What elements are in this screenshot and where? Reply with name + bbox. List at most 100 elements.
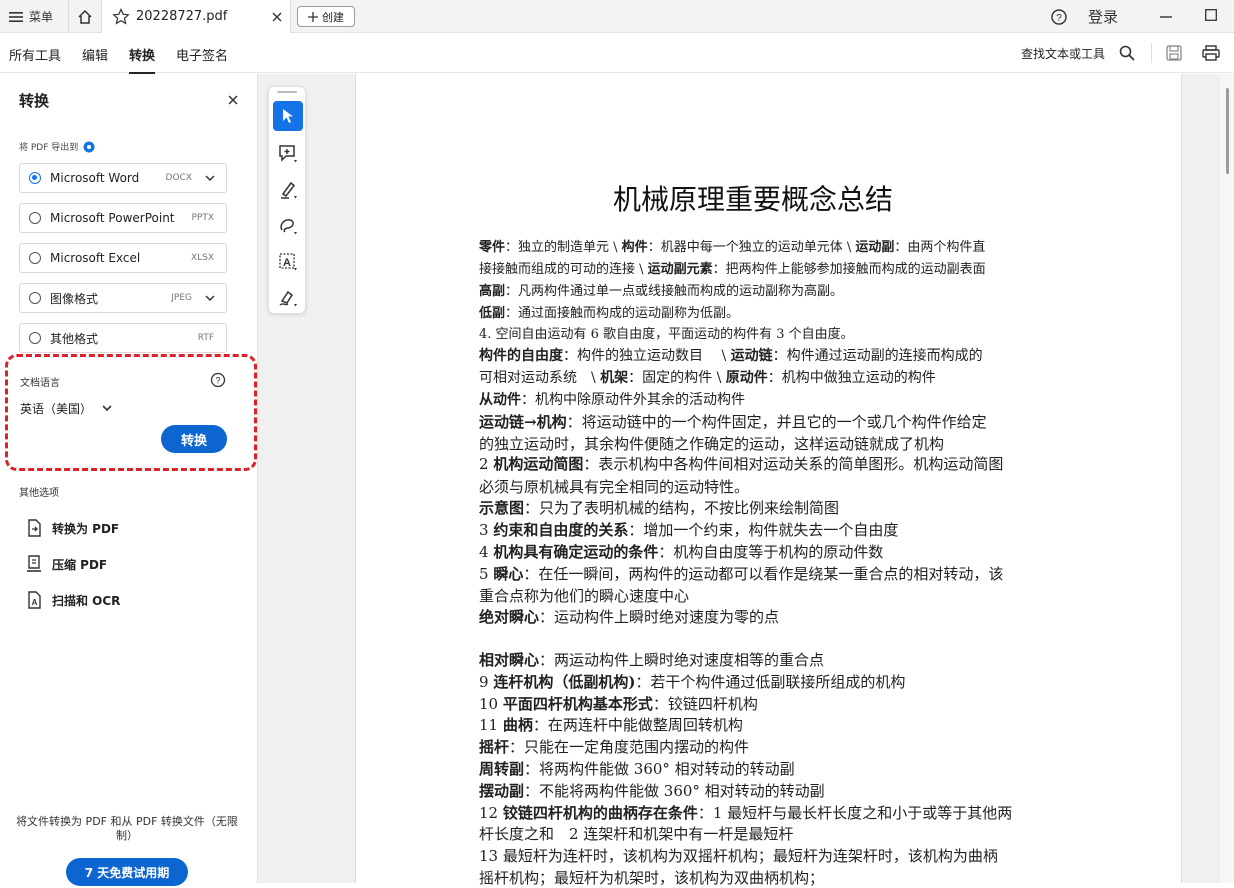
- line-text: 杆长度之和 2 连架杆和机架中有一杆是最短杆: [479, 825, 794, 843]
- document-line: 13 最短杆为连杆时，该机构为双摇杆机构；最短杆为连架杆时，该机构为曲柄: [479, 845, 998, 866]
- svg-text:?: ?: [215, 376, 220, 386]
- option-compress-pdf[interactable]: 压缩 PDF: [26, 555, 107, 573]
- term-bold: 机构具有确定运动的条件: [493, 543, 659, 561]
- line-text: 3: [479, 521, 494, 539]
- radio-button[interactable]: [29, 292, 41, 304]
- document-line: 4. 空间自由运动有 6 歌自由度，平面运动的构件有 3 个自由度。: [479, 323, 854, 342]
- panel-title: 转换: [19, 92, 50, 110]
- radio-button[interactable]: [29, 332, 41, 344]
- document-line: 可相对运动系统 \ 机架：固定的构件 \ 原动件：机构中做独立运动的构件: [479, 367, 936, 387]
- hamburger-icon: [9, 11, 23, 22]
- line-text: 12: [479, 804, 503, 822]
- draw-tool[interactable]: [273, 211, 303, 241]
- toolbar-handle[interactable]: [277, 91, 297, 93]
- highlight-tool[interactable]: [273, 175, 303, 205]
- option-scan-ocr[interactable]: A 扫描和 OCR: [26, 591, 120, 609]
- free-trial-button[interactable]: 7 天免费试用期: [66, 858, 188, 886]
- format-option-word[interactable]: Microsoft Word DOCX: [19, 163, 227, 193]
- create-label: 创建: [322, 10, 344, 24]
- format-label: 其他格式: [50, 331, 99, 346]
- chevron-down-icon: [102, 405, 112, 412]
- menu-esign[interactable]: 电子签名: [176, 45, 228, 64]
- line-text: ：由两个构件直: [894, 240, 986, 255]
- menu-all-tools[interactable]: 所有工具: [9, 45, 61, 64]
- document-line: 重合点称为他们的瞬心速度中心: [479, 585, 689, 606]
- format-option-excel[interactable]: Microsoft Excel XLSX: [19, 243, 227, 273]
- menu-edit[interactable]: 编辑: [82, 45, 108, 64]
- term-bold: 摇杆: [479, 738, 510, 756]
- document-line: 5 瞬心：在任一瞬间，两构件的运动都可以看作是绕某一重合点的相对转动，该: [479, 563, 1003, 584]
- login-button[interactable]: 登录: [1088, 0, 1118, 33]
- chevron-down-icon[interactable]: [205, 295, 215, 302]
- document-line: 3 约束和自由度的关系：增加一个约束，构件就失去一个自由度: [479, 519, 898, 540]
- line-text: ：表示机构中各构件间相对运动关系的简单图形。机构运动简图: [583, 455, 1004, 473]
- line-text: 13 最短杆为连杆时，该机构为双摇杆机构；最短杆为连架杆时，该机构为曲柄: [479, 847, 998, 865]
- menu-button[interactable]: 菜单: [9, 0, 53, 33]
- term-bold: 零件: [479, 240, 506, 255]
- radio-button[interactable]: [29, 252, 41, 264]
- comment-tool[interactable]: [273, 139, 303, 169]
- term-bold: 机架: [600, 370, 629, 386]
- document-line: 低副：通过面接触而构成的运动副称为低副。: [479, 302, 739, 321]
- format-option-image[interactable]: 图像格式 JPEG: [19, 283, 227, 313]
- other-options-label: 其他选项: [19, 488, 59, 499]
- select-tool[interactable]: [273, 101, 303, 131]
- line-text: ：1 最短杆与最长杆长度之和小于或等于其他两: [697, 804, 1013, 822]
- format-ext: PPTX: [191, 213, 214, 223]
- term-bold: 示意图: [479, 499, 525, 517]
- document-tab[interactable]: 20228727.pdf: [101, 0, 291, 33]
- line-text: ：把两构件上能够参加接触而构成的运动副表面: [712, 262, 986, 277]
- find-text-or-tools[interactable]: 查找文本或工具: [1021, 45, 1105, 62]
- info-icon[interactable]: [83, 141, 95, 153]
- option-label: 压缩 PDF: [52, 557, 108, 572]
- divider: [1151, 43, 1152, 63]
- menu-convert[interactable]: 转换: [129, 45, 156, 74]
- cursor-arrow-icon: [283, 109, 293, 123]
- document-line: 10 平面四杆机构基本形式：铰链四杆机构: [479, 693, 758, 714]
- line-text: ：将两构件能做 360° 相对转动的转动副: [524, 760, 795, 778]
- line-text: 重合点称为他们的瞬心速度中心: [479, 587, 690, 605]
- option-convert-to-pdf[interactable]: 转换为 PDF: [26, 519, 119, 537]
- line-text: ：运动构件上瞬时绝对速度为零的点: [539, 608, 780, 626]
- line-text: 4. 空间自由运动有 6 歌自由度，平面运动的构件有 3 个自由度。: [479, 327, 854, 342]
- line-text: ：若干个构件通过低副联接所组成的机构: [635, 673, 906, 691]
- chevron-down-icon[interactable]: [205, 175, 215, 182]
- format-option-powerpoint[interactable]: Microsoft PowerPoint PPTX: [19, 203, 227, 233]
- line-text: 摇杆机构；最短杆为机架时，该机构为双曲柄机构；: [479, 869, 825, 887]
- close-tab-icon[interactable]: [272, 12, 282, 22]
- format-ext: DOCX: [165, 173, 192, 183]
- sign-tool[interactable]: [273, 283, 303, 313]
- document-line: 11 曲柄：在两连杆中能做整周回转机构: [479, 714, 743, 735]
- print-icon[interactable]: [1202, 45, 1220, 61]
- document-line: 必须与原机械具有完全相同的运动特性。: [479, 476, 749, 497]
- minimize-icon[interactable]: [1160, 11, 1172, 23]
- text-select-tool[interactable]: A: [273, 247, 303, 277]
- maximize-icon[interactable]: [1205, 9, 1217, 21]
- doc-language-select[interactable]: 英语（美国）: [20, 400, 112, 417]
- home-button[interactable]: [68, 0, 101, 33]
- radio-button[interactable]: [29, 172, 41, 184]
- document-line: 的独立运动时，其余构件便随之作确定的运动，这样运动链就成了机构: [479, 433, 944, 454]
- convert-button[interactable]: 转换: [161, 425, 227, 453]
- scrollbar-thumb[interactable]: [1226, 88, 1229, 174]
- format-ext: RTF: [197, 333, 214, 343]
- save-icon[interactable]: [1166, 45, 1182, 61]
- close-panel-icon[interactable]: [228, 95, 238, 105]
- line-text: ：只能在一定角度范围内摆动的构件: [509, 738, 750, 756]
- radio-button[interactable]: [29, 212, 41, 224]
- line-text: ：固定的构件 \: [628, 370, 726, 386]
- option-label: 扫描和 OCR: [52, 593, 121, 608]
- help-icon[interactable]: ?: [1051, 9, 1067, 25]
- star-icon[interactable]: [112, 8, 130, 25]
- help-circle-icon[interactable]: ?: [210, 372, 226, 388]
- document-line: 从动件：机构中除原动件外其余的活动构件: [479, 389, 745, 409]
- line-text: 2: [479, 455, 494, 473]
- export-label-row: 将 PDF 导出到: [19, 140, 95, 153]
- convert-pdf-icon: [28, 519, 41, 537]
- line-text: ：机构中除原动件外其余的活动构件: [521, 392, 745, 408]
- search-icon[interactable]: [1119, 45, 1135, 61]
- format-option-other[interactable]: 其他格式 RTF: [19, 323, 227, 353]
- create-button[interactable]: 创建: [297, 6, 355, 27]
- term-bold: 铰链四杆机构的曲柄存在条件: [502, 804, 698, 822]
- vertical-scrollbar[interactable]: [1220, 74, 1234, 883]
